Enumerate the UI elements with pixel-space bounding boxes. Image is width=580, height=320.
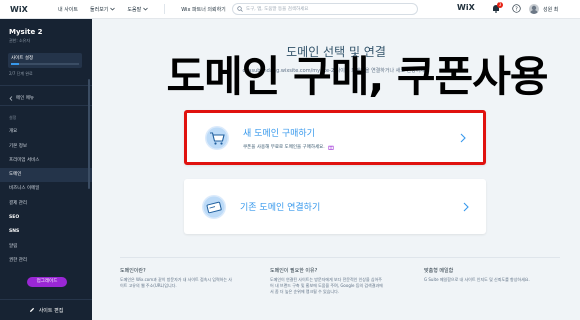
sidebar-item[interactable]: 결제 관리 bbox=[0, 197, 92, 211]
setup-progress-bar bbox=[11, 63, 79, 65]
info-footer: 도메인이란? 도메인은 Wix.com과 같이 방문자가 내 사이트 접속시 입… bbox=[92, 257, 580, 320]
sidebar-item[interactable]: 비즈니스 이메일 bbox=[0, 182, 92, 196]
notification-badge: 3 bbox=[497, 2, 503, 8]
setup-progress-fill bbox=[11, 63, 20, 65]
site-name[interactable]: Mysite 2 bbox=[9, 28, 43, 36]
buy-domain-desc: 쿠폰을 사용해 무료로 도메인을 구매하세요. bbox=[243, 144, 453, 150]
user-icon bbox=[530, 5, 538, 14]
nav-hire-partner[interactable]: Wix 파트너 의뢰하기 bbox=[181, 6, 226, 13]
connect-domain-card[interactable]: 기존 도메인 연결하기 bbox=[184, 179, 486, 234]
top-bar: WiX 내 사이트 둘러보기 도움말 Wix 파트너 의뢰하기 도구, 앱, 도… bbox=[0, 0, 580, 19]
user-name[interactable]: 성원 최 bbox=[543, 6, 558, 13]
top-nav: 내 사이트 둘러보기 도움말 Wix 파트너 의뢰하기 bbox=[58, 4, 226, 14]
buy-domain-title: 새 도메인 구매하기 bbox=[243, 128, 315, 139]
footer-divider bbox=[120, 257, 560, 258]
upgrade-button[interactable]: 업그레이드 bbox=[27, 277, 67, 287]
nav-explore[interactable]: 둘러보기 bbox=[90, 6, 116, 13]
sidebar-divider bbox=[0, 85, 92, 86]
buy-domain-card[interactable]: 새 도메인 구매하기 쿠폰을 사용해 무료로 도메인을 구매하세요. bbox=[184, 110, 486, 165]
footer-body: G Suite 메일함으로 내 사이트 인지도 및 신뢰도를 향상하세요. bbox=[424, 277, 530, 282]
sidebar-item[interactable]: SNS bbox=[0, 225, 92, 239]
back-to-main-menu[interactable]: 메인 메뉴 bbox=[9, 95, 34, 101]
edit-site-label: 사이트 편집 bbox=[38, 307, 64, 314]
chevron-down-icon bbox=[110, 7, 116, 11]
search-input[interactable]: 도구, 앱, 도움말 등을 검색하세요 bbox=[232, 3, 418, 15]
sidebar-item[interactable]: SEO bbox=[0, 211, 92, 225]
gift-icon bbox=[328, 145, 334, 150]
sidebar-item[interactable]: 개요 bbox=[0, 125, 92, 139]
pencil-icon bbox=[29, 307, 34, 312]
search-placeholder: 도구, 앱, 도움말 등을 검색하세요 bbox=[246, 7, 309, 12]
footer-body: 도메인이 연결된 사이트는 방문자에게 보다 전문적인 인상을 심어주어 내 브… bbox=[270, 277, 383, 294]
sidebar-item[interactable]: 권한 관리 bbox=[0, 254, 92, 268]
sidebar-item[interactable]: 기본 정보 bbox=[0, 140, 92, 154]
avatar[interactable] bbox=[529, 4, 539, 14]
wix-logo[interactable]: WiX bbox=[457, 3, 475, 12]
sidebar-item[interactable]: 도메인 bbox=[0, 168, 92, 183]
sidebar-divider bbox=[0, 105, 92, 106]
footer-what-is-domain: 도메인이란? 도메인은 Wix.com과 같이 방문자가 내 사이트 접속시 입… bbox=[120, 267, 235, 289]
site-role: 권한: 소유자 bbox=[9, 38, 31, 43]
svg-text:?: ? bbox=[515, 6, 518, 12]
chevron-right-icon bbox=[456, 202, 476, 212]
domain-card-icon bbox=[202, 194, 226, 219]
footer-why-domain: 도메인이 필요한 이유? 도메인이 연결된 사이트는 방문자에게 보다 전문적인… bbox=[270, 267, 385, 295]
help-icon[interactable]: ? bbox=[512, 4, 521, 13]
sidebar-section-label: 설정 bbox=[9, 115, 17, 120]
footer-custom-mailbox: 맞춤형 메일함 G Suite 메일함으로 내 사이트 인지도 및 신뢰도를 향… bbox=[424, 267, 539, 283]
connect-domain-title: 기존 도메인 연결하기 bbox=[240, 203, 321, 213]
footer-heading: 도메인이 필요한 이유? bbox=[270, 268, 318, 274]
buy-domain-text: 새 도메인 구매하기 쿠폰을 사용해 무료로 도메인을 구매하세요. bbox=[243, 126, 453, 150]
main-content: 도메인 선택 및 연결 chasubondang.wixsite.com/mys… bbox=[92, 19, 580, 320]
shopping-cart-icon bbox=[205, 125, 229, 150]
chevron-left-icon bbox=[9, 95, 13, 101]
sidebar-item[interactable]: 프리미엄 서비스 bbox=[0, 154, 92, 168]
wix-brand-logo[interactable]: WiX bbox=[10, 5, 58, 14]
nav-help[interactable]: 도움말 bbox=[127, 6, 148, 13]
overlay-caption: 도메인 구매, 쿠폰사용 bbox=[166, 52, 549, 101]
footer-heading: 맞춤형 메일함 bbox=[424, 268, 454, 274]
edit-site-button[interactable]: 사이트 편집 bbox=[0, 299, 92, 320]
site-setup-label: 사이트 설정 bbox=[11, 56, 34, 61]
sidebar-menu: 설정개요 기본 정보 프리미엄 서비스 도메인 비즈니스 이메일 결제 관리 SEO SNS 알… bbox=[0, 111, 92, 268]
footer-heading: 도메인이란? bbox=[120, 268, 146, 274]
search-icon bbox=[237, 6, 243, 12]
sidebar: Mysite 2 권한: 소유자 사이트 설정 2/7 단계 완료 메인 메뉴 … bbox=[0, 19, 92, 320]
footer-body: 도메인은 Wix.com과 같이 방문자가 내 사이트 접속시 입력하는 사이트… bbox=[120, 277, 232, 288]
chevron-down-icon bbox=[143, 7, 148, 11]
site-setup-button[interactable]: 사이트 설정 bbox=[8, 53, 82, 68]
sidebar-item[interactable]: 알림 bbox=[0, 240, 92, 254]
sidebar-scrollbar[interactable] bbox=[88, 79, 90, 189]
nav-my-sites[interactable]: 내 사이트 bbox=[58, 6, 78, 13]
chevron-right-icon bbox=[453, 133, 473, 143]
back-label: 메인 메뉴 bbox=[16, 96, 34, 101]
setup-progress-text: 2/7 단계 완료 bbox=[9, 71, 33, 76]
connect-domain-text: 기존 도메인 연결하기 bbox=[240, 200, 456, 213]
nav-divider bbox=[164, 4, 166, 14]
